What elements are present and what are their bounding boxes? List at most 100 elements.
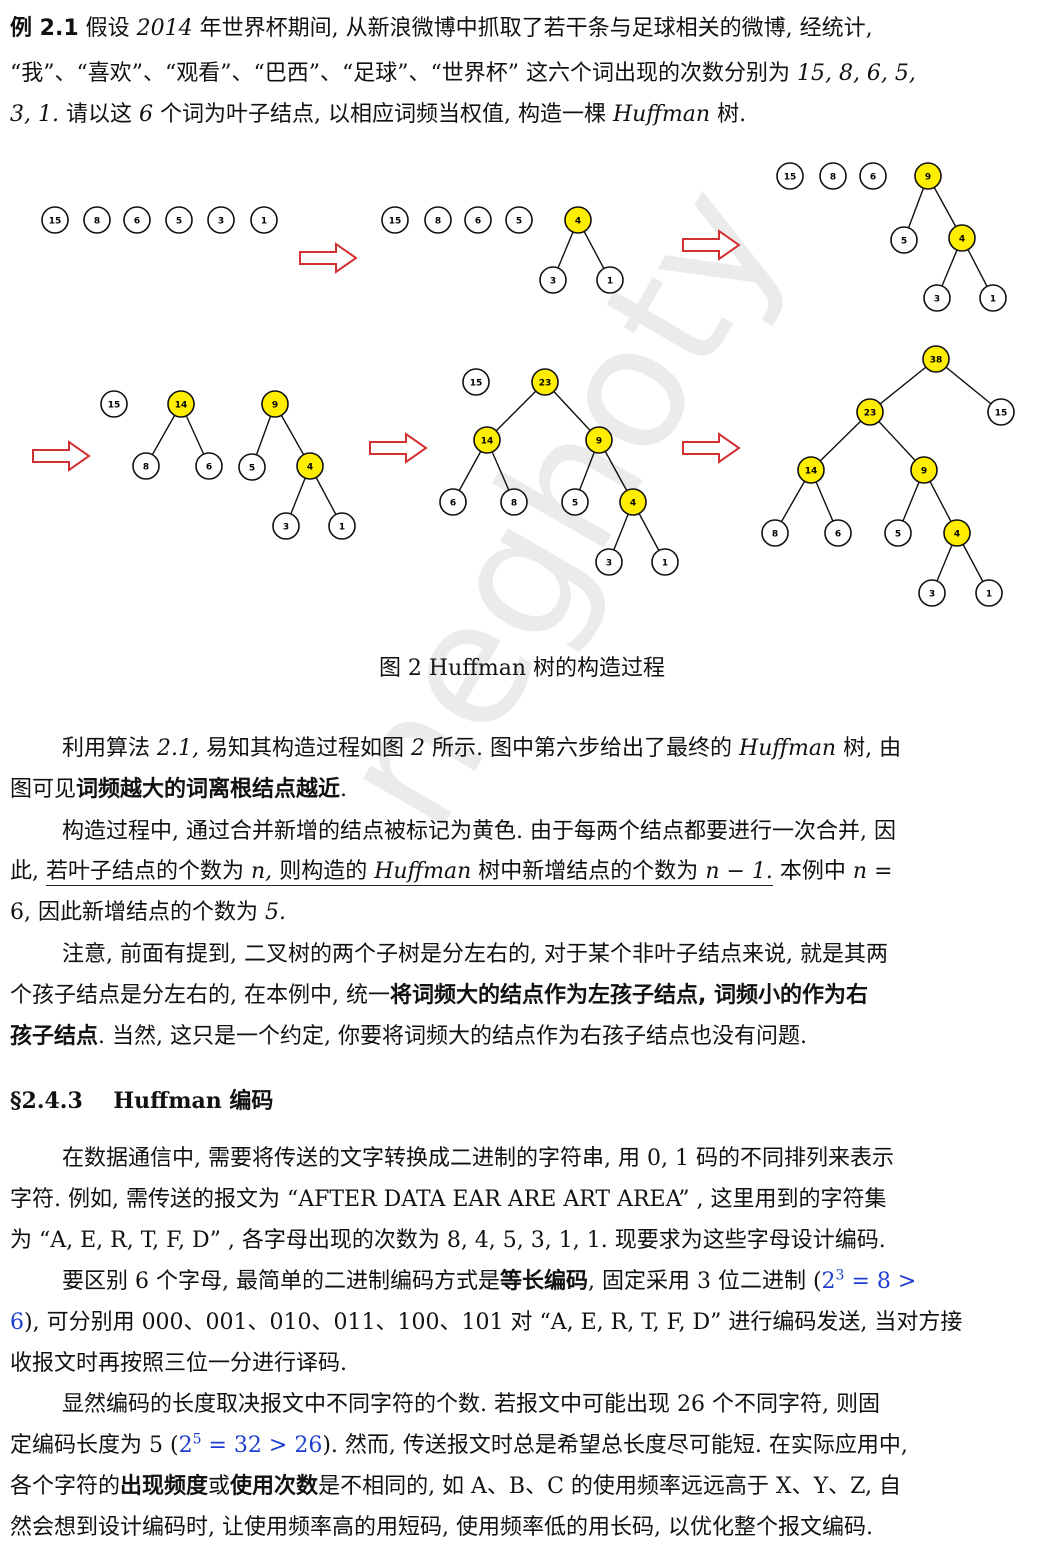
- leaf-node: 3: [272, 512, 300, 540]
- leaf-node: 6: [824, 519, 852, 547]
- step-arrow-icon: [299, 242, 358, 274]
- node-label: 1: [607, 277, 613, 287]
- para2-line-1: 构造过程中, 通过合并新增的结点被标记为黄色. 由于每两个结点都要进行一次合并,…: [62, 813, 896, 845]
- emphasis: 使用次数: [230, 1474, 319, 1499]
- leaf-node: 6: [439, 488, 467, 516]
- text: 假设: [85, 16, 130, 41]
- example-label: 例 2.1: [10, 16, 79, 41]
- para6-line-4: 然会想到设计编码时, 让使用频率高的用短码, 使用频率低的用长码, 以优化整个报…: [10, 1509, 873, 1541]
- node-label: 3: [550, 277, 556, 287]
- node-label: 14: [481, 437, 494, 447]
- node-label: 14: [805, 467, 818, 477]
- leaf-node: 15: [100, 390, 128, 418]
- leaf-node: 3: [918, 579, 946, 607]
- node-label: 3: [929, 590, 935, 600]
- emphasis: 等长编码: [499, 1269, 588, 1294]
- link-formula-end[interactable]: 6: [10, 1310, 24, 1335]
- node-label: 6: [134, 217, 140, 227]
- merged-node: 4: [564, 206, 592, 234]
- node-label: 15: [995, 409, 1008, 419]
- emphasis: 词频越大的词离根结点越近: [76, 777, 341, 802]
- leaf-node: 6: [464, 206, 492, 234]
- text: 所示. 图中第六步给出了最终的: [432, 736, 733, 761]
- merged-node: 4: [948, 224, 976, 252]
- text: 若叶子结点的个数为: [46, 859, 245, 884]
- node-label: 15: [389, 217, 402, 227]
- node-label: 9: [921, 467, 927, 477]
- text: = 32 > 26: [201, 1433, 323, 1458]
- text: 则构造的: [279, 859, 368, 884]
- node-label: 1: [339, 523, 345, 533]
- text: 利用算法: [62, 736, 151, 761]
- para5-line-3: 收报文时再按照三位一分进行译码.: [10, 1345, 347, 1377]
- node-label: 4: [575, 217, 581, 227]
- node-label: 8: [830, 173, 836, 183]
- link-formula[interactable]: 25 = 32 > 26: [178, 1432, 323, 1458]
- para5-line-1: 要区别 6 个字母, 最简单的二进制编码方式是等长编码, 固定采用 3 位二进制…: [62, 1263, 916, 1295]
- leaf-node: 15: [381, 206, 409, 234]
- node-label: 4: [307, 463, 313, 473]
- figure-caption: 图 2 Huffman 树的构造过程: [378, 656, 666, 681]
- text: ). 然而, 传送报文时总是希望总长度尽可能短. 在实际应用中,: [322, 1433, 908, 1458]
- leaf-node: 8: [83, 206, 111, 234]
- example-line-1: 例 2.1 假设 2014 年世界杯期间, 从新浪微博中抓取了若干条与足球相关的…: [10, 10, 873, 42]
- para1-line-2: 图可见词频越大的词离根结点越近.: [10, 771, 347, 803]
- merged-node: 23: [531, 368, 559, 396]
- leaf-node: 1: [328, 512, 356, 540]
- node-label: 8: [143, 463, 149, 473]
- para4-line-2: 字符. 例如, 需传送的报文为 “AFTER DATA EAR ARE ART …: [10, 1181, 886, 1213]
- emphasis: 孩子结点: [10, 1024, 99, 1049]
- leaf-node: 8: [132, 452, 160, 480]
- text: 2: [178, 1433, 193, 1458]
- text: 6,: [10, 900, 31, 925]
- node-label: 1: [261, 217, 267, 227]
- para3-line-2: 个孩子结点是分左右的, 在本例中, 统一将词频大的结点作为左孩子结点, 词频小的…: [10, 977, 868, 1009]
- para6-line-2: 定编码长度为 5 (25 = 32 > 26). 然而, 传送报文时总是希望总长…: [10, 1427, 908, 1459]
- merged-node: 14: [473, 426, 501, 454]
- para4-line-1: 在数据通信中, 需要将传送的文字转换成二进制的字符串, 用 0, 1 码的不同排…: [62, 1140, 894, 1172]
- leaf-node: 1: [250, 206, 278, 234]
- text: 字符. 例如, 需传送的报文为 “AFTER DATA EAR ARE ART …: [10, 1187, 887, 1212]
- para1-line-1: 利用算法 2.1, 易知其构造过程如图 2 所示. 图中第六步给出了最终的 Hu…: [62, 730, 901, 762]
- node-label: 8: [435, 217, 441, 227]
- step-arrow-icon: [369, 432, 428, 464]
- text: 2: [821, 1269, 836, 1294]
- leaf-node: 8: [761, 519, 789, 547]
- merged-node: 38: [922, 345, 950, 373]
- text: 在数据通信中, 需要将传送的文字转换成二进制的字符串, 用 0, 1 码的不同排…: [62, 1146, 894, 1171]
- leaf-node: 1: [979, 284, 1007, 312]
- leaf-node: 1: [975, 579, 1003, 607]
- emphasis: 将词频大的结点作为左孩子结点, 词频小的作为右: [389, 983, 869, 1008]
- text: 树.: [717, 102, 747, 127]
- leaf-node: 1: [596, 266, 624, 294]
- node-label: 38: [930, 356, 943, 366]
- node-label: 15: [470, 379, 483, 389]
- node-label: 9: [925, 173, 931, 183]
- text: 然会想到设计编码时, 让使用频率高的用短码, 使用频率低的用长码, 以优化整个报…: [10, 1515, 873, 1540]
- para5-line-2: 6), 可分别用 000、001、010、011、100、101 对 “A, E…: [10, 1304, 962, 1336]
- node-label: 6: [450, 499, 456, 509]
- section-heading: §2.4.3 Huffman 编码: [10, 1083, 273, 1115]
- merged-node: 23: [856, 398, 884, 426]
- text: 收报文时再按照三位一分进行译码.: [10, 1351, 347, 1376]
- node-label: 5: [516, 217, 522, 227]
- node-label: 15: [49, 217, 62, 227]
- text: Huffman: [374, 859, 472, 884]
- text: 图可见: [10, 777, 77, 802]
- node-label: 23: [539, 379, 552, 389]
- step-arrow-icon: [682, 229, 741, 261]
- para6-line-1: 显然编码的长度取决报文中不同字符的个数. 若报文中可能出现 26 个不同字符, …: [62, 1386, 880, 1418]
- text: 3, 1.: [10, 102, 59, 127]
- text: 构造过程中, 通过合并新增的结点被标记为黄色. 由于每两个结点都要进行一次合并,…: [62, 819, 896, 844]
- merged-node: 4: [296, 452, 324, 480]
- para2-line-2: 此, 若叶子结点的个数为 n, 则构造的 Huffman 树中新增结点的个数为 …: [10, 853, 893, 886]
- text: 2014: [136, 16, 193, 41]
- leaf-node: 5: [890, 226, 918, 254]
- node-label: 23: [864, 409, 877, 419]
- para3-line-3: 孩子结点. 当然, 这只是一个约定, 你要将词频大的结点作为右孩子结点也没有问题…: [10, 1018, 807, 1050]
- leaf-node: 8: [424, 206, 452, 234]
- node-label: 15: [108, 401, 121, 411]
- link-formula[interactable]: 23 = 8 >: [821, 1268, 917, 1294]
- leaf-node: 3: [207, 206, 235, 234]
- node-label: 3: [218, 217, 224, 227]
